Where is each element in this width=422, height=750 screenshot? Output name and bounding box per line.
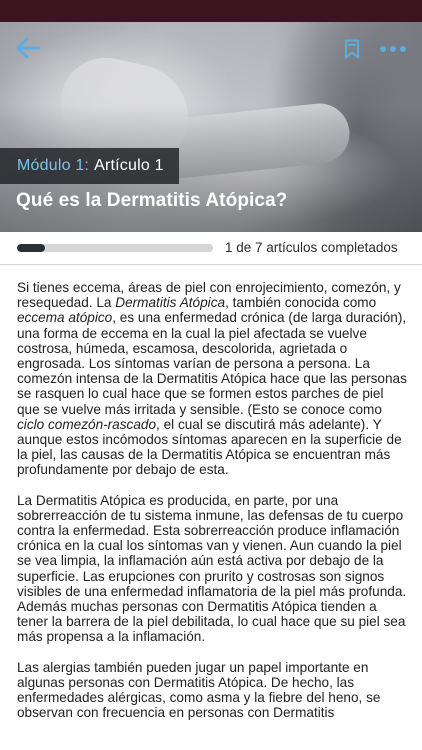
status-bar (0, 0, 422, 22)
more-dots-icon (380, 46, 406, 52)
module-key: Módulo 1: (17, 157, 90, 174)
article-paragraph-2: La Dermatitis Atópica es producida, en p… (17, 492, 407, 645)
divider (0, 264, 422, 265)
article-body: Si tienes eccema, áreas de piel con enro… (17, 280, 409, 735)
progress-text: 1 de 7 artículos completados (225, 240, 398, 255)
article-title: Qué es la Dermatitis Atópica? (16, 190, 288, 211)
arrow-left-icon (16, 37, 41, 59)
module-article: Artículo 1 (94, 157, 164, 174)
article-paragraph-3: Las alergias también pueden jugar un pap… (17, 659, 381, 721)
article-paragraph-1: Si tienes eccema, áreas de piel con enro… (17, 280, 407, 478)
module-tag: Módulo 1: Artículo 1 (0, 148, 179, 184)
bookmark-icon (345, 39, 359, 59)
bookmark-button[interactable] (340, 36, 364, 62)
back-button[interactable] (12, 34, 44, 62)
progress-bar-fill (17, 244, 46, 252)
progress-bar (17, 244, 213, 252)
progress-row: 1 de 7 artículos completados (0, 232, 422, 264)
more-options-button[interactable] (376, 36, 410, 62)
